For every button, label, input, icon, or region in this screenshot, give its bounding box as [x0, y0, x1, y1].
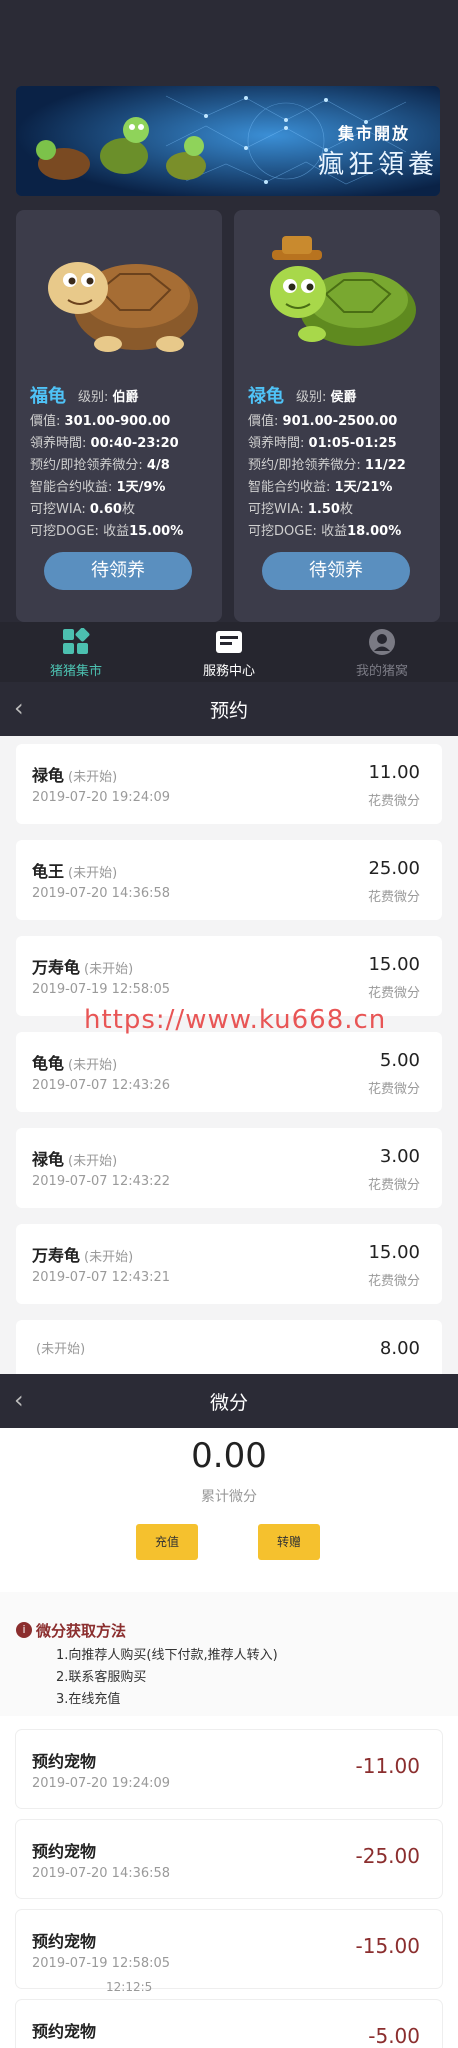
grid-icon	[63, 628, 90, 654]
tab-market[interactable]: 猪猪集市	[0, 622, 152, 682]
pet-doge: 可挖DOGE: 收益18.00%	[248, 524, 402, 539]
turtle-image	[48, 262, 198, 352]
tab-label: 我的猪窝	[355, 664, 408, 679]
pet-level: 级别: 伯爵	[78, 390, 139, 405]
overlay-text: 12:12:5	[106, 1980, 153, 1994]
pet-card-fugui: 福龟 级别: 伯爵 價值: 301.00-900.00 領养時間: 00:40-…	[16, 210, 222, 622]
points-screen: ‹ 微分 0.00 累计微分 充值 转赠 i 微分获取方法 1.向推荐人购买(线…	[0, 1374, 458, 2048]
pet-wia: 可挖WIA: 1.50枚	[248, 502, 353, 517]
tab-label: 服務中心	[202, 664, 255, 679]
pet-yield: 智能合约收益: 1天/9%	[30, 480, 166, 495]
points-total-caption: 累计微分	[201, 1489, 257, 1505]
pet-time: 領养時間: 01:05-01:25	[248, 436, 397, 451]
pet-name: 禄龟	[248, 386, 284, 407]
tab-my-home[interactable]: 我的猪窝	[306, 622, 458, 682]
nav-bar: ‹ 预约	[0, 682, 458, 736]
list-item[interactable]: 龟龟 (未开始) 2019-07-07 12:43:26 5.00 花费微分	[16, 1032, 442, 1112]
pet-price: 價值: 901.00-2500.00	[248, 414, 398, 429]
pet-time: 領养時間: 00:40-23:20	[30, 436, 179, 451]
bottom-tab-bar: 猪猪集市 服務中心 我的猪窝	[0, 622, 458, 682]
adopt-button[interactable]: 待领养	[44, 552, 192, 590]
banner-title: 集市開放	[337, 124, 410, 143]
list-item[interactable]: 龟王 (未开始) 2019-07-20 14:36:58 25.00 花费微分	[16, 840, 442, 920]
transfer-button[interactable]: 转赠	[258, 1524, 320, 1560]
nav-bar: ‹ 微分	[0, 1374, 458, 1428]
user-icon	[369, 629, 395, 655]
pet-card-lugui: 禄龟 级别: 侯爵 價值: 901.00-2500.00 領养時間: 01:05…	[234, 210, 440, 622]
howto-line: 1.向推荐人购买(线下付款,推荐人转入)	[56, 1648, 278, 1663]
service-icon	[216, 631, 242, 653]
list-item[interactable]: 万寿龟 (未开始) 2019-07-07 12:43:21 15.00 花费微分	[16, 1224, 442, 1304]
list-item[interactable]: 禄龟 (未开始) 2019-07-20 19:24:09 11.00 花费微分	[16, 744, 442, 824]
tab-label: 猪猪集市	[49, 664, 102, 679]
points-total: 0.00	[191, 1436, 267, 1476]
banner-subtitle: 瘋狂領養	[317, 150, 438, 180]
pet-doge: 可挖DOGE: 收益15.00%	[30, 524, 184, 539]
page-title: 预约	[209, 700, 248, 722]
pet-name: 福龟	[30, 386, 66, 407]
pet-reserve: 预约/即抢领养微分: 11/22	[248, 458, 406, 473]
pet-reserve: 预约/即抢领养微分: 4/8	[30, 458, 170, 473]
page-title: 微分	[209, 1392, 248, 1414]
howto-title: 微分获取方法	[36, 1622, 127, 1640]
list-item[interactable]: 预约宠物 -5.00	[16, 2000, 442, 2048]
list-item[interactable]: (未开始) 8.00	[16, 1320, 442, 1374]
list-item[interactable]: 预约宠物 2019-07-19 12:58:05 -15.00	[16, 1910, 442, 1988]
adopt-button[interactable]: 待领养	[262, 552, 410, 590]
market-screen: 集市開放 瘋狂領養 福龟 级别: 伯爵 價值: 301.00-900.00 領养…	[0, 0, 458, 682]
howto-line: 2.联系客服购买	[56, 1670, 147, 1685]
pet-yield: 智能合约收益: 1天/21%	[248, 480, 393, 495]
recharge-button[interactable]: 充值	[136, 1524, 198, 1560]
list-item[interactable]: 预约宠物 2019-07-20 14:36:58 -25.00	[16, 1820, 442, 1898]
pet-price: 價值: 301.00-900.00	[30, 414, 171, 429]
watermark-text: https://www.ku668.cn	[84, 1005, 387, 1035]
pet-wia: 可挖WIA: 0.60枚	[30, 502, 135, 517]
list-item[interactable]: 万寿龟 (未开始) 2019-07-19 12:58:05 15.00 花费微分	[16, 936, 442, 1016]
turtle-image	[270, 236, 416, 346]
howto-line: 3.在线充值	[56, 1692, 121, 1707]
list-item[interactable]: 预约宠物 2019-07-20 19:24:09 -11.00	[16, 1730, 442, 1808]
list-item[interactable]: 禄龟 (未开始) 2019-07-07 12:43:22 3.00 花费微分	[16, 1128, 442, 1208]
pet-level: 级别: 侯爵	[296, 390, 357, 405]
tab-service[interactable]: 服務中心	[153, 622, 305, 682]
info-icon: i	[16, 1622, 32, 1638]
